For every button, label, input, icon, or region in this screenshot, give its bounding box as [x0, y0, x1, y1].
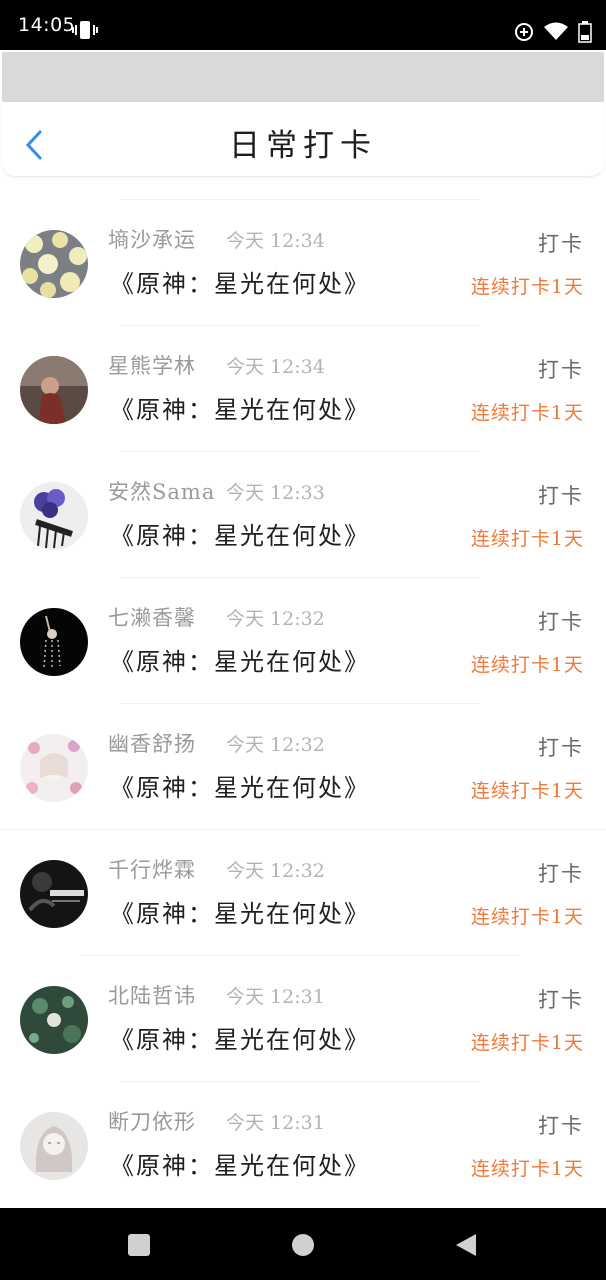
system-nav-bar [0, 1208, 606, 1280]
checkin-button[interactable]: 打卡 [538, 354, 584, 384]
checkin-time: 今天 12:32 [226, 608, 325, 630]
list-item[interactable]: 幽香舒扬 今天 12:32 《原神：星光在何处》 打卡 连续打卡1天 [0, 704, 606, 830]
avatar[interactable] [20, 608, 88, 676]
checkin-button[interactable]: 打卡 [538, 606, 584, 636]
checkin-content: 《原神：星光在何处》 [110, 396, 370, 424]
avatar[interactable] [20, 986, 88, 1054]
list-item[interactable]: 七濑香馨 今天 12:32 《原神：星光在何处》 打卡 连续打卡1天 [0, 578, 606, 704]
checkin-button[interactable]: 打卡 [538, 732, 584, 762]
list-item[interactable]: 星熊学林 今天 12:34 《原神：星光在何处》 打卡 连续打卡1天 [0, 326, 606, 452]
checkin-button[interactable]: 打卡 [538, 1110, 584, 1140]
avatar[interactable] [20, 1112, 88, 1180]
checkin-time: 今天 12:33 [226, 482, 325, 504]
avatar[interactable] [20, 356, 88, 424]
checkin-time: 今天 12:34 [226, 356, 325, 378]
list-item[interactable]: 千行烨霖 今天 12:32 《原神：星光在何处》 打卡 连续打卡1天 [0, 830, 606, 956]
user-name: 幽香舒扬 [108, 732, 196, 756]
vibrate-icon [72, 21, 98, 39]
user-name: 安然Sama [108, 480, 216, 504]
page-header: 日常打卡 [2, 102, 604, 177]
avatar[interactable] [20, 734, 88, 802]
user-name: 断刀依形 [108, 1110, 196, 1134]
list-item[interactable]: 北陆哲讳 今天 12:31 《原神：星光在何处》 打卡 连续打卡1天 [0, 956, 606, 1082]
checkin-button[interactable]: 打卡 [538, 228, 584, 258]
streak-label: 连续打卡1天 [470, 276, 584, 298]
battery-icon [578, 21, 592, 43]
checkin-button[interactable]: 打卡 [538, 480, 584, 510]
avatar[interactable] [20, 860, 88, 928]
streak-label: 连续打卡1天 [470, 1032, 584, 1054]
list-item[interactable]: 墒沙承运 今天 12:34 《原神：星光在何处》 打卡 连续打卡1天 [0, 200, 606, 326]
list-item[interactable]: 安然Sama 今天 12:33 《原神：星光在何处》 打卡 连续打卡1天 [0, 452, 606, 578]
checkin-time: 今天 12:31 [226, 986, 325, 1008]
checkin-time: 今天 12:32 [226, 860, 325, 882]
checkin-content: 《原神：星光在何处》 [110, 1026, 370, 1054]
back-triangle-icon[interactable] [454, 1232, 478, 1258]
user-name: 七濑香馨 [108, 606, 196, 630]
checkin-time: 今天 12:32 [226, 734, 325, 756]
recent-apps-icon[interactable] [127, 1233, 151, 1257]
user-name: 千行烨霖 [108, 858, 196, 882]
streak-label: 连续打卡1天 [470, 654, 584, 676]
avatar[interactable] [20, 230, 88, 298]
data-saver-icon [515, 23, 533, 41]
wifi-icon [544, 22, 568, 40]
user-name: 墒沙承运 [108, 228, 196, 252]
checkin-button[interactable]: 打卡 [538, 858, 584, 888]
streak-label: 连续打卡1天 [470, 528, 584, 550]
streak-label: 连续打卡1天 [470, 1158, 584, 1180]
checkin-time: 今天 12:31 [226, 1112, 325, 1134]
user-name: 星熊学林 [108, 354, 196, 378]
user-name: 北陆哲讳 [108, 984, 196, 1008]
checkin-button[interactable]: 打卡 [538, 984, 584, 1014]
home-icon[interactable] [291, 1233, 315, 1257]
top-banner-placeholder [2, 52, 604, 102]
page-title: 日常打卡 [229, 128, 377, 164]
checkin-content: 《原神：星光在何处》 [110, 900, 370, 928]
checkin-content: 《原神：星光在何处》 [110, 270, 370, 298]
checkin-time: 今天 12:34 [226, 230, 325, 252]
avatar[interactable] [20, 482, 88, 550]
status-bar: 14:05 [0, 0, 606, 50]
checkin-content: 《原神：星光在何处》 [110, 522, 370, 550]
streak-label: 连续打卡1天 [470, 780, 584, 802]
checkin-content: 《原神：星光在何处》 [110, 1152, 370, 1180]
checkin-content: 《原神：星光在何处》 [110, 774, 370, 802]
streak-label: 连续打卡1天 [470, 906, 584, 928]
status-icons [514, 21, 592, 43]
streak-label: 连续打卡1天 [470, 402, 584, 424]
checkin-content: 《原神：星光在何处》 [110, 648, 370, 676]
status-time: 14:05 [18, 14, 76, 36]
list-item[interactable]: 断刀依形 今天 12:31 《原神：星光在何处》 打卡 连续打卡1天 [0, 1082, 606, 1208]
